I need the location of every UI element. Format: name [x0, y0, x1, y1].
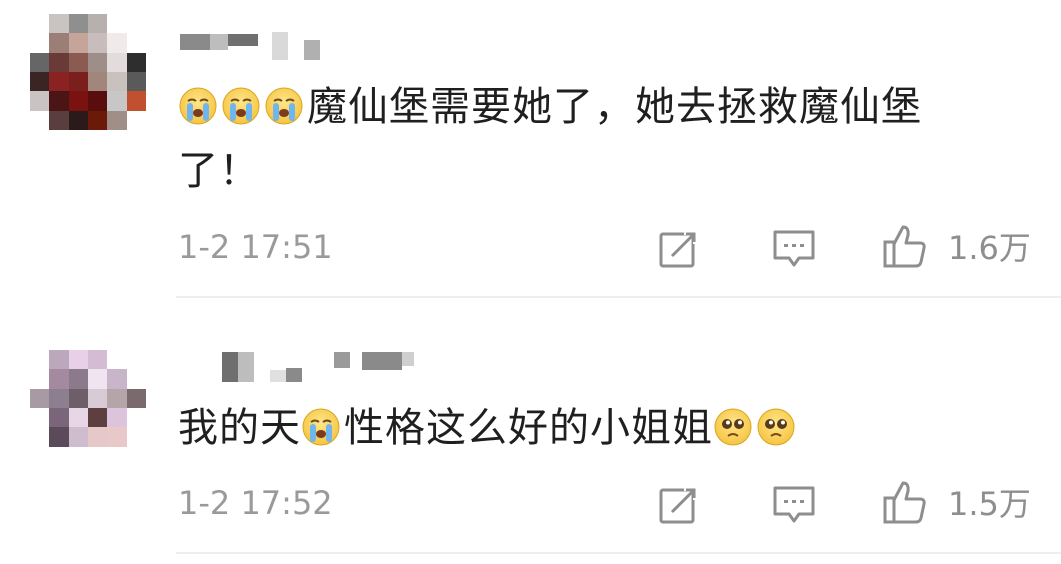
- avatar-mosaic-cell: [88, 446, 108, 466]
- share-icon: [659, 485, 699, 524]
- pleading-emoji: [713, 407, 753, 447]
- comment-timestamp: 1-2 17:52: [178, 484, 333, 522]
- avatar-mosaic-cell: [30, 350, 50, 370]
- avatar-mosaic-cell: [107, 408, 127, 428]
- avatar-mosaic-cell: [49, 388, 69, 408]
- avatar-mosaic-cell: [88, 408, 108, 428]
- avatar-mosaic-cell: [107, 388, 127, 408]
- avatar-mosaic-cell: [126, 369, 146, 389]
- avatar-mosaic-cell: [49, 408, 69, 428]
- avatar-mosaic-cell: [30, 369, 50, 389]
- avatar-mosaic-cell: [88, 388, 108, 408]
- avatar-mosaic-cell: [68, 446, 88, 466]
- comment-text-line: 我的天: [178, 405, 301, 451]
- share-button[interactable]: [658, 482, 702, 526]
- crying-emoji: [301, 407, 341, 447]
- avatar-mosaic-cell: [126, 446, 146, 466]
- avatar-mosaic-cell: [49, 369, 69, 389]
- avatar-mosaic-cell: [126, 427, 146, 447]
- avatar-mosaic-cell: [30, 408, 50, 428]
- avatar-mosaic-cell: [30, 388, 50, 408]
- reply-button[interactable]: [772, 484, 816, 528]
- divider: [176, 552, 1061, 554]
- avatar-mosaic-cell: [68, 350, 88, 370]
- avatar-mosaic-cell: [107, 446, 127, 466]
- pleading-emoji: [756, 407, 796, 447]
- avatar-mosaic-cell: [88, 427, 108, 447]
- like-count: 1.5万: [948, 485, 1031, 523]
- avatar[interactable]: [30, 350, 146, 466]
- avatar-mosaic-cell: [49, 350, 69, 370]
- avatar-mosaic-cell: [107, 369, 127, 389]
- avatar-mosaic-cell: [126, 408, 146, 428]
- comment-text: 我的天 性格这么好的小姐姐: [178, 396, 1018, 460]
- avatar-mosaic-cell: [107, 427, 127, 447]
- comment-item: 我的天 性格这么好的小姐姐 1-2 17:52 1.5万: [0, 0, 1061, 564]
- avatar-mosaic-cell: [107, 350, 127, 370]
- avatar-mosaic-cell: [30, 446, 50, 466]
- avatar-mosaic-cell: [68, 408, 88, 428]
- avatar-mosaic-cell: [30, 427, 50, 447]
- comment-icon: [773, 486, 815, 523]
- avatar-mosaic-cell: [68, 369, 88, 389]
- username-redacted[interactable]: [180, 352, 414, 382]
- avatar-mosaic-cell: [49, 446, 69, 466]
- avatar-mosaic-cell: [68, 427, 88, 447]
- comment-text-line: 性格这么好的小姐姐: [344, 405, 713, 451]
- thumbs-up-icon: [883, 481, 926, 524]
- avatar-mosaic-cell: [49, 427, 69, 447]
- avatar-mosaic-cell: [126, 388, 146, 408]
- avatar-mosaic-cell: [88, 350, 108, 370]
- avatar-mosaic-cell: [126, 350, 146, 370]
- avatar-mosaic-cell: [88, 369, 108, 389]
- like-button[interactable]: 1.5万: [882, 478, 1031, 526]
- avatar-mosaic-cell: [68, 388, 88, 408]
